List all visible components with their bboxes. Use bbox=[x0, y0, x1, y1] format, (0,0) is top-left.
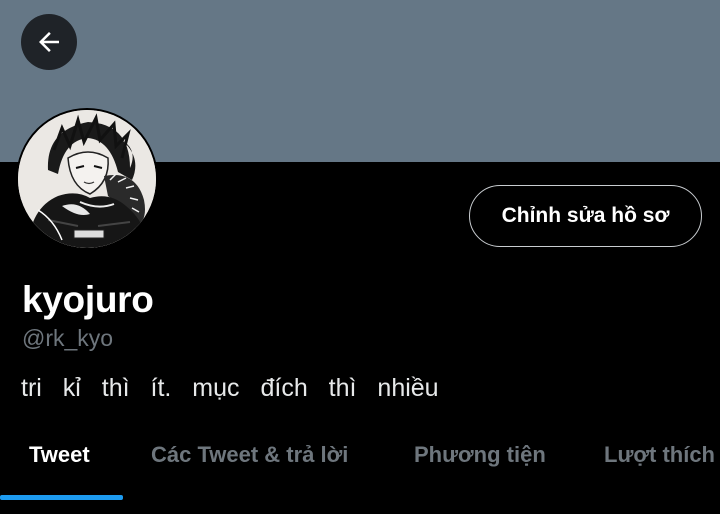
profile-bio: tri kỉ thì ít. mục đích thì nhiều bbox=[21, 374, 439, 402]
active-tab-indicator bbox=[0, 495, 123, 500]
tab-likes[interactable]: Lượt thích bbox=[604, 442, 715, 468]
avatar[interactable] bbox=[18, 110, 156, 248]
display-name: kyojuro bbox=[22, 279, 154, 320]
tab-tweets-and-replies[interactable]: Các Tweet & trả lời bbox=[151, 442, 348, 468]
edit-profile-button[interactable]: Chỉnh sửa hồ sơ bbox=[469, 185, 702, 247]
profile-tabs: Tweet Các Tweet & trả lời Phương tiện Lư… bbox=[0, 430, 720, 514]
tab-tweets[interactable]: Tweet bbox=[29, 442, 90, 468]
avatar-frame bbox=[16, 108, 158, 250]
user-handle: @rk_kyo bbox=[22, 325, 114, 351]
arrow-left-icon bbox=[39, 32, 59, 52]
back-button[interactable] bbox=[21, 14, 77, 70]
tab-media[interactable]: Phương tiện bbox=[414, 442, 546, 468]
